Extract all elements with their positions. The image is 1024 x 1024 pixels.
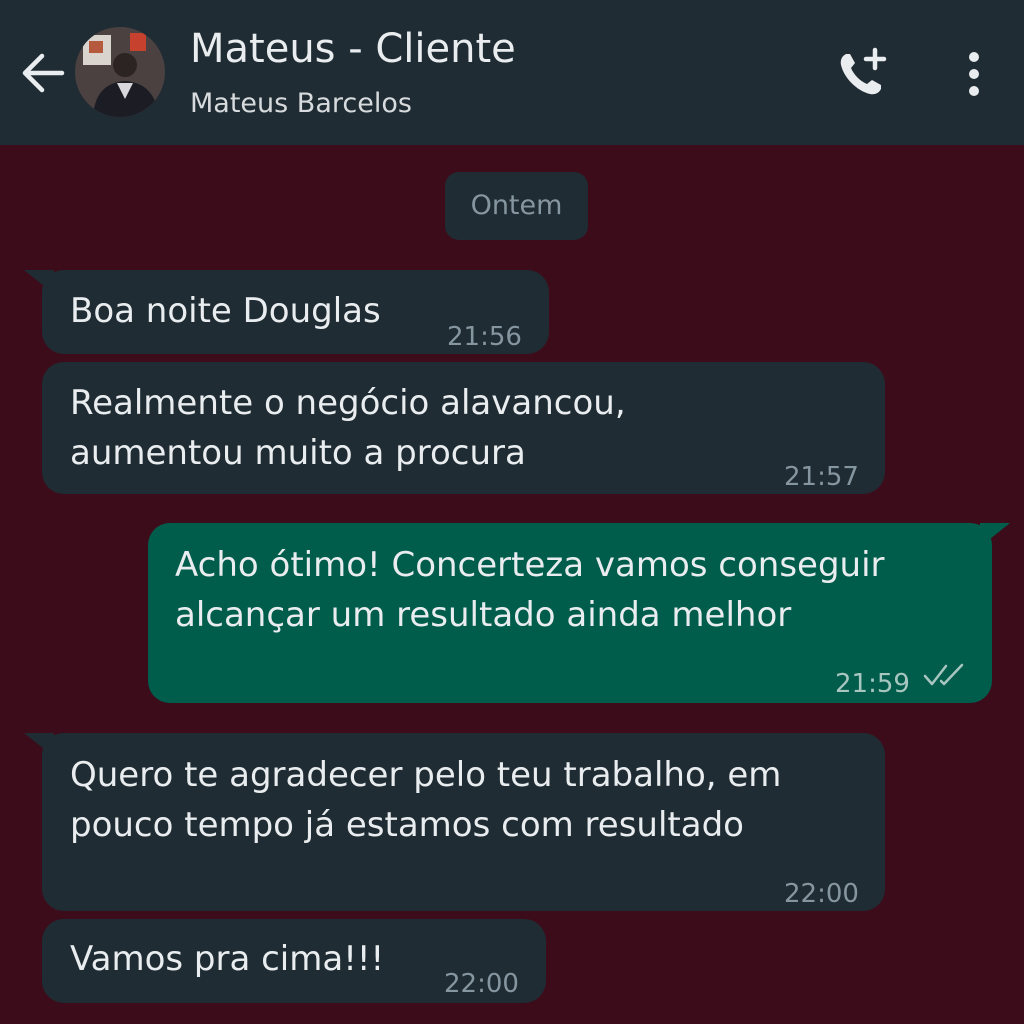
message-bubble-incoming[interactable]: Boa noite Douglas 21:56	[24, 270, 549, 354]
message-bubble-incoming[interactable]: Quero te agradecer pelo teu trabalho, em…	[24, 733, 885, 911]
back-button[interactable]	[18, 48, 68, 98]
bubble-tail	[24, 733, 54, 757]
message-text: Boa noite Douglas	[70, 291, 381, 331]
message-time: 22:00	[784, 879, 859, 909]
message-text: Quero te agradecer pelo teu trabalho, em…	[70, 755, 782, 845]
contact-photo	[75, 27, 165, 117]
message-time: 21:59	[835, 669, 910, 699]
add-call-button[interactable]	[832, 44, 892, 104]
message-time: 21:57	[784, 462, 859, 492]
chat-title[interactable]: Mateus - Cliente	[190, 26, 516, 72]
message-bubble-incoming[interactable]: Realmente o negócio alavancou, aumentou …	[42, 362, 885, 494]
message-text: Acho ótimo! Concerteza vamos conseguir a…	[175, 545, 885, 635]
message-time: 22:00	[444, 969, 519, 999]
bubble-tail	[24, 270, 54, 294]
arrow-back-icon	[22, 53, 65, 93]
message-text: Realmente o negócio alavancou, aumentou …	[70, 383, 626, 473]
add-call-icon	[840, 47, 887, 95]
message-text: Vamos pra cima!!!	[70, 939, 385, 979]
more-options-button[interactable]	[950, 48, 998, 100]
double-check-icon	[923, 663, 964, 686]
bubble-tail	[980, 523, 1010, 547]
message-bubble-outgoing[interactable]: Acho ótimo! Concerteza vamos conseguir a…	[148, 523, 1010, 703]
avatar[interactable]	[75, 27, 165, 117]
date-divider: Ontem	[445, 172, 588, 240]
more-vert-icon	[969, 52, 979, 96]
message-bubble-incoming[interactable]: Vamos pra cima!!! 22:00	[42, 919, 546, 1003]
chat-header: Mateus - Cliente Mateus Barcelos	[0, 0, 1024, 145]
message-time: 21:56	[447, 322, 522, 352]
chat-subtitle[interactable]: Mateus Barcelos	[190, 88, 412, 119]
